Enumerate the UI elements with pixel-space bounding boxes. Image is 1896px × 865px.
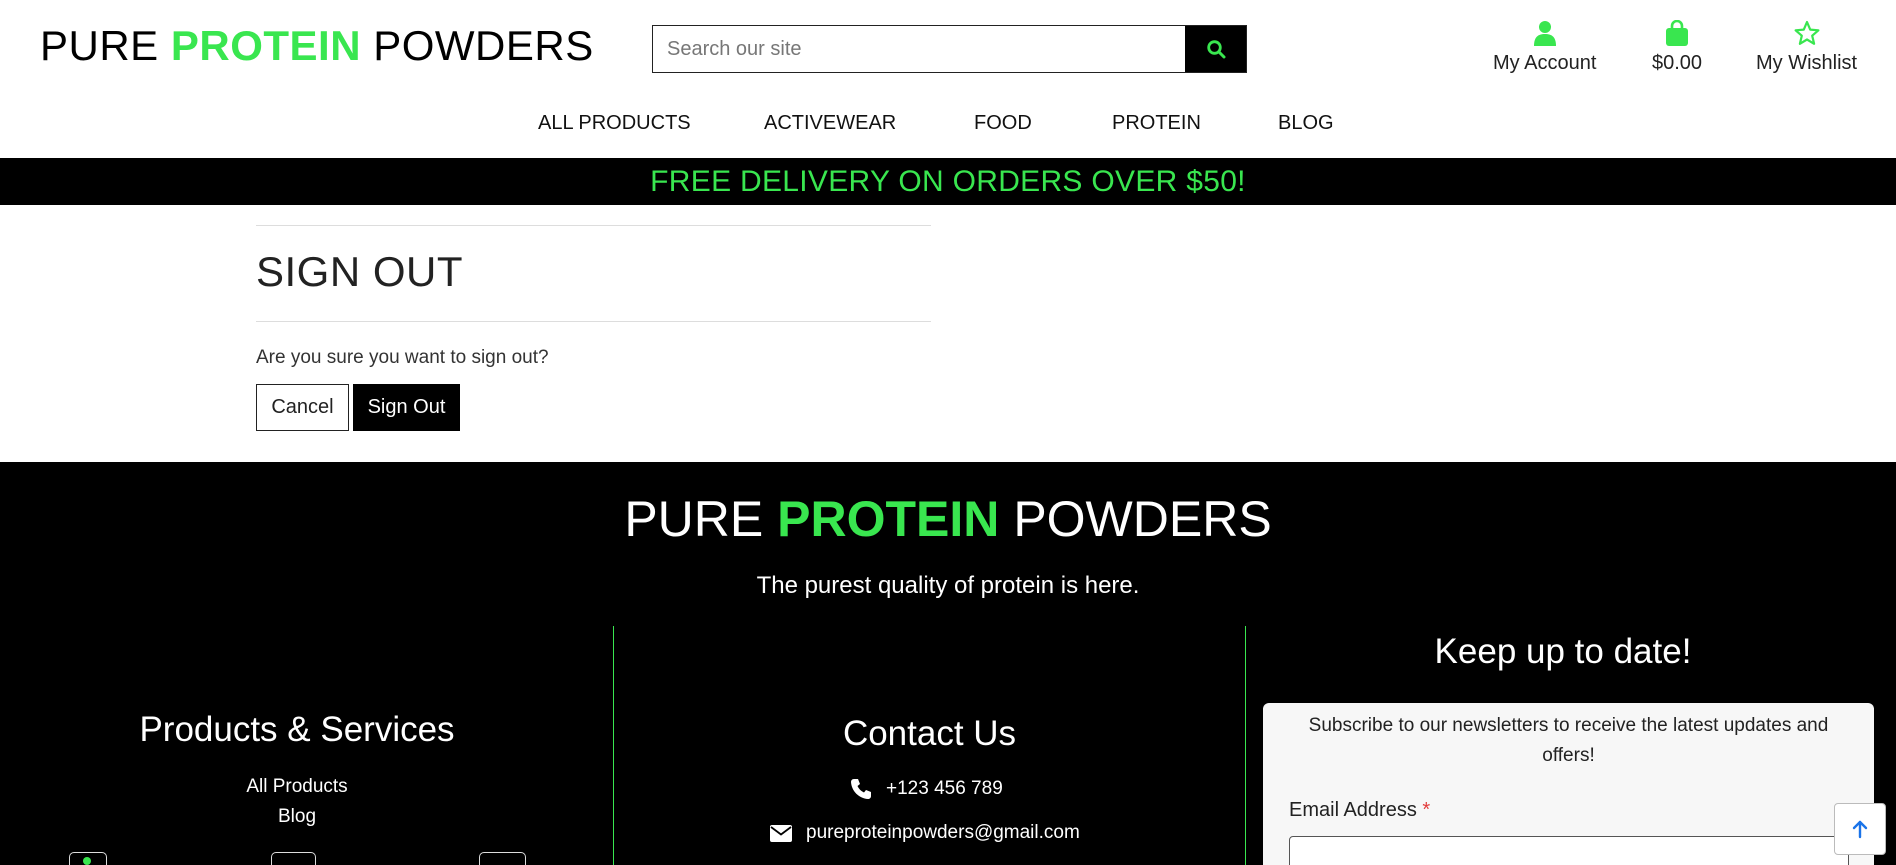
shopping-bag-icon <box>1666 20 1689 46</box>
wishlist-link[interactable]: My Wishlist <box>1756 20 1857 75</box>
email-label-text: Email Address <box>1289 799 1417 821</box>
newsletter-card: Subscribe to our newsletters to receive … <box>1263 703 1874 865</box>
action-buttons: Cancel Sign Out <box>256 384 931 431</box>
site-footer: PURE PROTEIN POWDERS The purest quality … <box>0 462 1896 865</box>
logo-part1: PURE <box>40 22 159 69</box>
social-instagram-button[interactable] <box>271 852 316 865</box>
footer-logo[interactable]: PURE PROTEIN POWDERS <box>0 490 1896 548</box>
search-input[interactable] <box>653 26 1185 72</box>
nav-activewear[interactable]: ACTIVEWEAR <box>764 112 896 135</box>
email-label: Email Address * <box>1289 799 1430 822</box>
my-account-link[interactable]: My Account <box>1493 20 1596 75</box>
contact-email[interactable]: pureproteinpowders@gmail.com <box>770 822 1080 844</box>
newsletter-title: Keep up to date! <box>1434 632 1692 671</box>
social-facebook-button[interactable] <box>69 852 107 865</box>
delivery-banner-text: FREE DELIVERY ON ORDERS OVER $50! <box>650 164 1246 198</box>
site-logo[interactable]: PURE PROTEIN POWDERS <box>40 22 594 70</box>
contact-us-title: Contact Us <box>842 714 1017 753</box>
contact-email-text: pureproteinpowders@gmail.com <box>806 822 1080 843</box>
logo-accent: PROTEIN <box>170 22 362 69</box>
footer-logo-accent: PROTEIN <box>777 491 1000 547</box>
title-divider <box>256 321 931 322</box>
footer-logo-part1: PURE <box>624 491 764 547</box>
cancel-button[interactable]: Cancel <box>256 384 349 431</box>
contact-phone[interactable]: +123 456 789 <box>850 778 1003 800</box>
search-button[interactable] <box>1185 26 1246 72</box>
envelope-icon <box>770 824 792 842</box>
star-icon <box>1794 20 1820 45</box>
cart-total: $0.00 <box>1652 52 1703 74</box>
page-title: SIGN OUT <box>256 248 464 295</box>
arrow-up-icon <box>1852 820 1868 839</box>
top-divider <box>256 225 931 226</box>
products-services-title: Products & Services <box>139 710 455 749</box>
facebook-icon <box>83 857 91 865</box>
search-icon <box>1206 40 1225 59</box>
user-icon <box>1533 21 1556 46</box>
nav-protein[interactable]: PROTEIN <box>1112 112 1201 135</box>
footer-tagline: The purest quality of protein is here. <box>756 572 1140 599</box>
social-twitter-button[interactable] <box>479 852 526 865</box>
delivery-banner: FREE DELIVERY ON ORDERS OVER $50! <box>0 158 1896 205</box>
nav-food[interactable]: FOOD <box>974 112 1032 135</box>
sign-out-question: Are you sure you want to sign out? <box>256 347 549 368</box>
sign-out-section: SIGN OUT Are you sure you want to sign o… <box>256 205 931 431</box>
footer-link-blog[interactable]: Blog <box>0 806 594 828</box>
newsletter-email-input[interactable] <box>1289 836 1849 865</box>
nav-all-products[interactable]: ALL PRODUCTS <box>538 112 691 135</box>
wishlist-label: My Wishlist <box>1756 52 1858 74</box>
required-mark: * <box>1422 799 1431 821</box>
cart-link[interactable]: $0.00 <box>1652 20 1702 75</box>
phone-icon <box>851 779 871 799</box>
footer-logo-part2: POWDERS <box>1013 491 1272 547</box>
logo-part2: POWDERS <box>373 22 594 69</box>
site-header: PURE PROTEIN POWDERS My Account $0.00 My <box>0 0 1896 158</box>
scroll-to-top-button[interactable] <box>1834 803 1886 855</box>
search-bar <box>652 25 1247 73</box>
sign-out-button[interactable]: Sign Out <box>353 384 460 431</box>
contact-phone-text: +123 456 789 <box>886 778 1003 799</box>
nav-blog[interactable]: BLOG <box>1278 112 1334 135</box>
newsletter-text: Subscribe to our newsletters to receive … <box>1308 715 1829 766</box>
my-account-label: My Account <box>1493 52 1597 74</box>
footer-link-all-products[interactable]: All Products <box>0 776 594 798</box>
